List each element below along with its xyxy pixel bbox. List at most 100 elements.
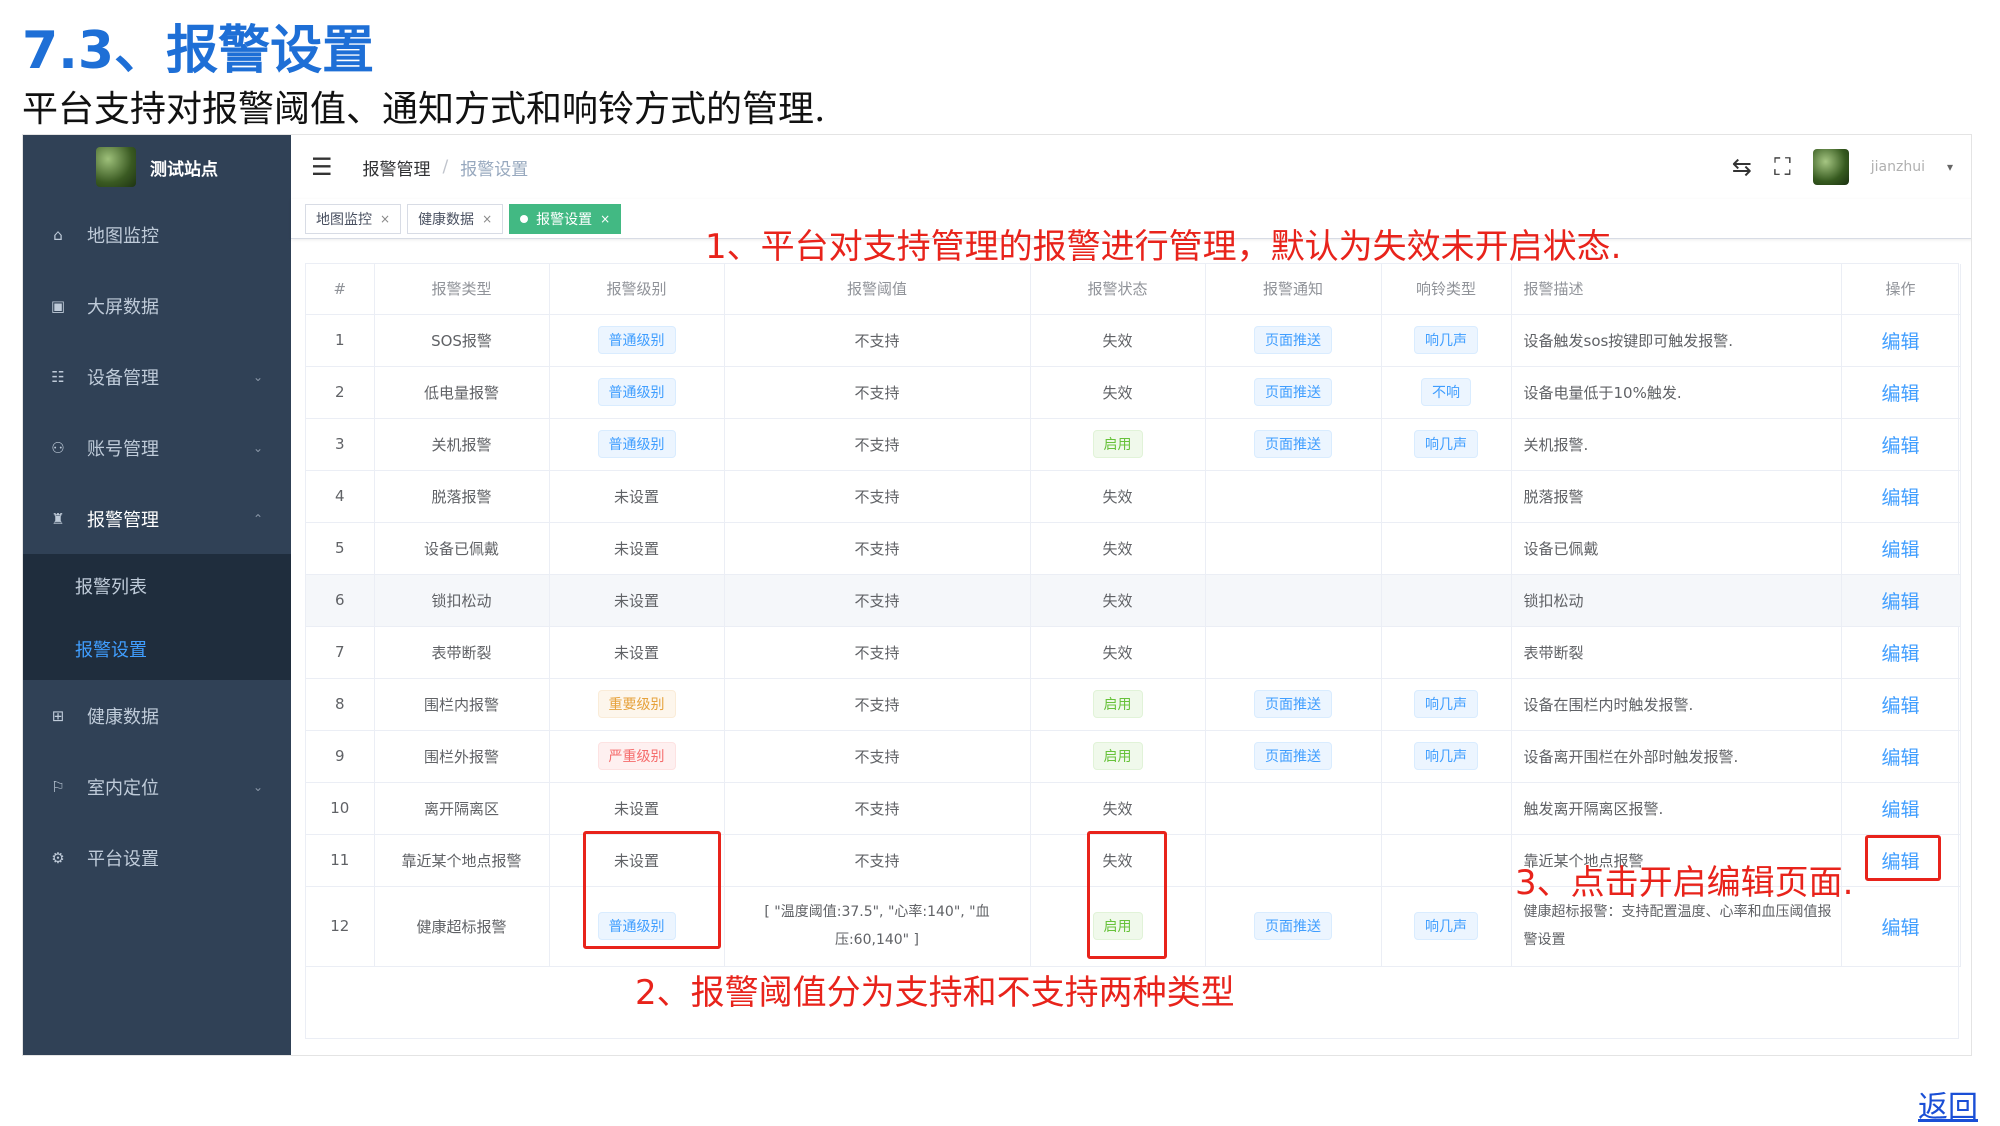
back-link[interactable]: 返回 <box>1918 1082 1978 1126</box>
site-header[interactable]: 测试站点 <box>23 135 291 199</box>
edit-link[interactable]: 编辑 <box>1881 695 1919 717</box>
table-cell <box>1381 574 1512 627</box>
edit-link[interactable]: 编辑 <box>1881 331 1919 353</box>
sidebar-item[interactable]: ⊞ 健康数据 <box>23 680 291 751</box>
edit-link[interactable]: 编辑 <box>1881 487 1919 509</box>
avatar[interactable] <box>1812 149 1849 185</box>
table-cell: 5 <box>306 522 375 575</box>
edit-link[interactable]: 编辑 <box>1881 799 1919 821</box>
table-cell: 脱落报警 <box>1511 470 1842 523</box>
alarm-description: 设备在围栏内时触发报警. <box>1523 695 1694 714</box>
table-cell: 12 <box>306 886 375 967</box>
status-badge: 失效 <box>1102 383 1133 402</box>
sidebar-item-label: 平台设置 <box>87 848 159 870</box>
sidebar-item[interactable]: ⌂ 地图监控 <box>23 199 291 270</box>
row-number: 12 <box>330 917 350 935</box>
tag-item[interactable]: 地图监控 × <box>305 203 402 234</box>
navbar: ☰ 报警管理 / 报警设置 ⇆ ⛶ jianzhui ▾ <box>291 135 1971 199</box>
annotation-3: 3、点击开启编辑页面. <box>1515 863 1854 903</box>
sidebar-item[interactable]: ♜ 报警管理 ⌃ <box>23 483 291 554</box>
home-icon: ⌂ <box>53 225 63 244</box>
alarm-type: 关机报警 <box>431 435 492 454</box>
column-header: 报警描述 <box>1511 264 1842 315</box>
status-badge: 失效 <box>1102 799 1133 818</box>
table-cell: 页面推送 <box>1205 418 1382 471</box>
search-doc-icon[interactable]: ⇆ <box>1732 153 1752 181</box>
table-cell: 响几声 <box>1381 886 1512 967</box>
row-number: 9 <box>334 747 345 765</box>
sidebar-item[interactable]: ☷ 设备管理 ⌄ <box>23 341 291 412</box>
gear-icon: ⚙ <box>51 848 65 867</box>
breadcrumb-parent[interactable]: 报警管理 <box>363 155 431 180</box>
table-cell: SOS报警 <box>374 314 550 367</box>
table-cell: [ "温度阈值:37.5", "心率:140", "血压:60,140" ] <box>724 886 1031 967</box>
column-header: 响铃类型 <box>1381 264 1512 315</box>
close-icon[interactable]: × <box>482 212 492 226</box>
submenu-item[interactable]: 报警列表 <box>23 554 291 617</box>
edit-link[interactable]: 编辑 <box>1881 539 1919 561</box>
user-name[interactable]: jianzhui <box>1871 159 1925 175</box>
fullscreen-icon[interactable]: ⛶ <box>1774 153 1791 181</box>
alarm-description: 脱落报警 <box>1523 487 1584 506</box>
sidebar-item[interactable]: ⚐ 室内定位 ⌄ <box>23 751 291 822</box>
level-badge: 未设置 <box>613 643 659 662</box>
table-cell: 严重级别 <box>549 730 725 783</box>
table-cell: 启用 <box>1030 418 1206 471</box>
tag-item[interactable]: 报警设置 × <box>509 203 622 234</box>
alarm-description: 设备已佩戴 <box>1523 539 1599 558</box>
level-badge: 普通级别 <box>597 326 676 354</box>
edit-link[interactable]: 编辑 <box>1881 435 1919 457</box>
sidebar-item-label: 地图监控 <box>87 225 159 247</box>
sidebar-item[interactable]: ⚙ 平台设置 <box>23 822 291 893</box>
table-cell: 围栏内报警 <box>374 678 550 731</box>
highlight-level-box <box>583 831 721 949</box>
table-cell: 不支持 <box>724 470 1031 523</box>
alarm-description: 锁扣松动 <box>1523 591 1584 610</box>
table-cell: 失效 <box>1030 782 1206 835</box>
chevron-down-icon: ⌄ <box>252 779 263 794</box>
table-cell: 编辑 <box>1841 366 1961 419</box>
column-header: 报警阈值 <box>724 264 1031 315</box>
table-row: 4 脱落报警 未设置 不支持 失效 脱落报警 编辑 <box>306 470 1961 523</box>
caret-down-icon[interactable]: ▾ <box>1947 160 1953 174</box>
table-cell: 关机报警 <box>374 418 550 471</box>
threshold-value: 不支持 <box>854 487 900 506</box>
threshold-value: 不支持 <box>854 435 900 454</box>
close-icon[interactable]: × <box>380 212 390 226</box>
row-number: 2 <box>334 383 345 401</box>
submenu-item[interactable]: 报警设置 <box>23 617 291 680</box>
sidebar-menu: ⌂ 地图监控 ▣ 大屏数据 ☷ 设备管理 ⌄ ⚇ 账号管理 ⌄ ♜ 报警管理 ⌃ 报警列表 报警设置 ⊞ 健康数… <box>23 199 291 893</box>
row-number: 4 <box>334 487 345 505</box>
chevron-up-icon: ⌃ <box>252 511 263 526</box>
table-cell: 编辑 <box>1841 314 1961 367</box>
status-badge: 启用 <box>1092 742 1143 770</box>
alarm-type: 锁扣松动 <box>431 591 492 610</box>
table-cell: 失效 <box>1030 626 1206 679</box>
edit-link[interactable]: 编辑 <box>1881 747 1919 769</box>
level-badge: 普通级别 <box>597 430 676 458</box>
status-badge: 失效 <box>1102 539 1133 558</box>
edit-link[interactable]: 编辑 <box>1881 591 1919 613</box>
status-badge: 失效 <box>1102 643 1133 662</box>
annotation-1: 1、平台对支持管理的报警进行管理，默认为失效未开启状态. <box>705 227 1622 267</box>
table-cell: 离开隔离区 <box>374 782 550 835</box>
table-cell: 11 <box>306 834 375 887</box>
hamburger-icon[interactable]: ☰ <box>311 153 333 181</box>
admin-screenshot: 测试站点 ⌂ 地图监控 ▣ 大屏数据 ☷ 设备管理 ⌄ ⚇ 账号管理 ⌄ ♜ 报警管理 ⌃ 报警列表 报警设… <box>22 134 1972 1056</box>
table-cell: 不支持 <box>724 782 1031 835</box>
table-row: 5 设备已佩戴 未设置 不支持 失效 设备已佩戴 编辑 <box>306 522 1961 575</box>
close-icon[interactable]: × <box>600 212 610 226</box>
sidebar-item[interactable]: ⚇ 账号管理 ⌄ <box>23 412 291 483</box>
doc-title: 7.3、报警设置 <box>22 21 375 81</box>
tag-item[interactable]: 健康数据 × <box>407 203 504 234</box>
edit-link[interactable]: 编辑 <box>1881 383 1919 405</box>
table-cell: 失效 <box>1030 522 1206 575</box>
table-row: 9 围栏外报警 严重级别 不支持 启用 页面推送 响几声 设备离开围栏在外部时触发报警. 编辑 <box>306 730 1961 783</box>
alarm-type: 靠近某个地点报警 <box>401 851 522 870</box>
edit-link[interactable]: 编辑 <box>1881 917 1919 939</box>
edit-link[interactable]: 编辑 <box>1881 643 1919 665</box>
alarm-type: 离开隔离区 <box>423 799 499 818</box>
sidebar-item[interactable]: ▣ 大屏数据 <box>23 270 291 341</box>
highlight-edit-box <box>1865 835 1941 881</box>
table-cell: 响几声 <box>1381 678 1512 731</box>
